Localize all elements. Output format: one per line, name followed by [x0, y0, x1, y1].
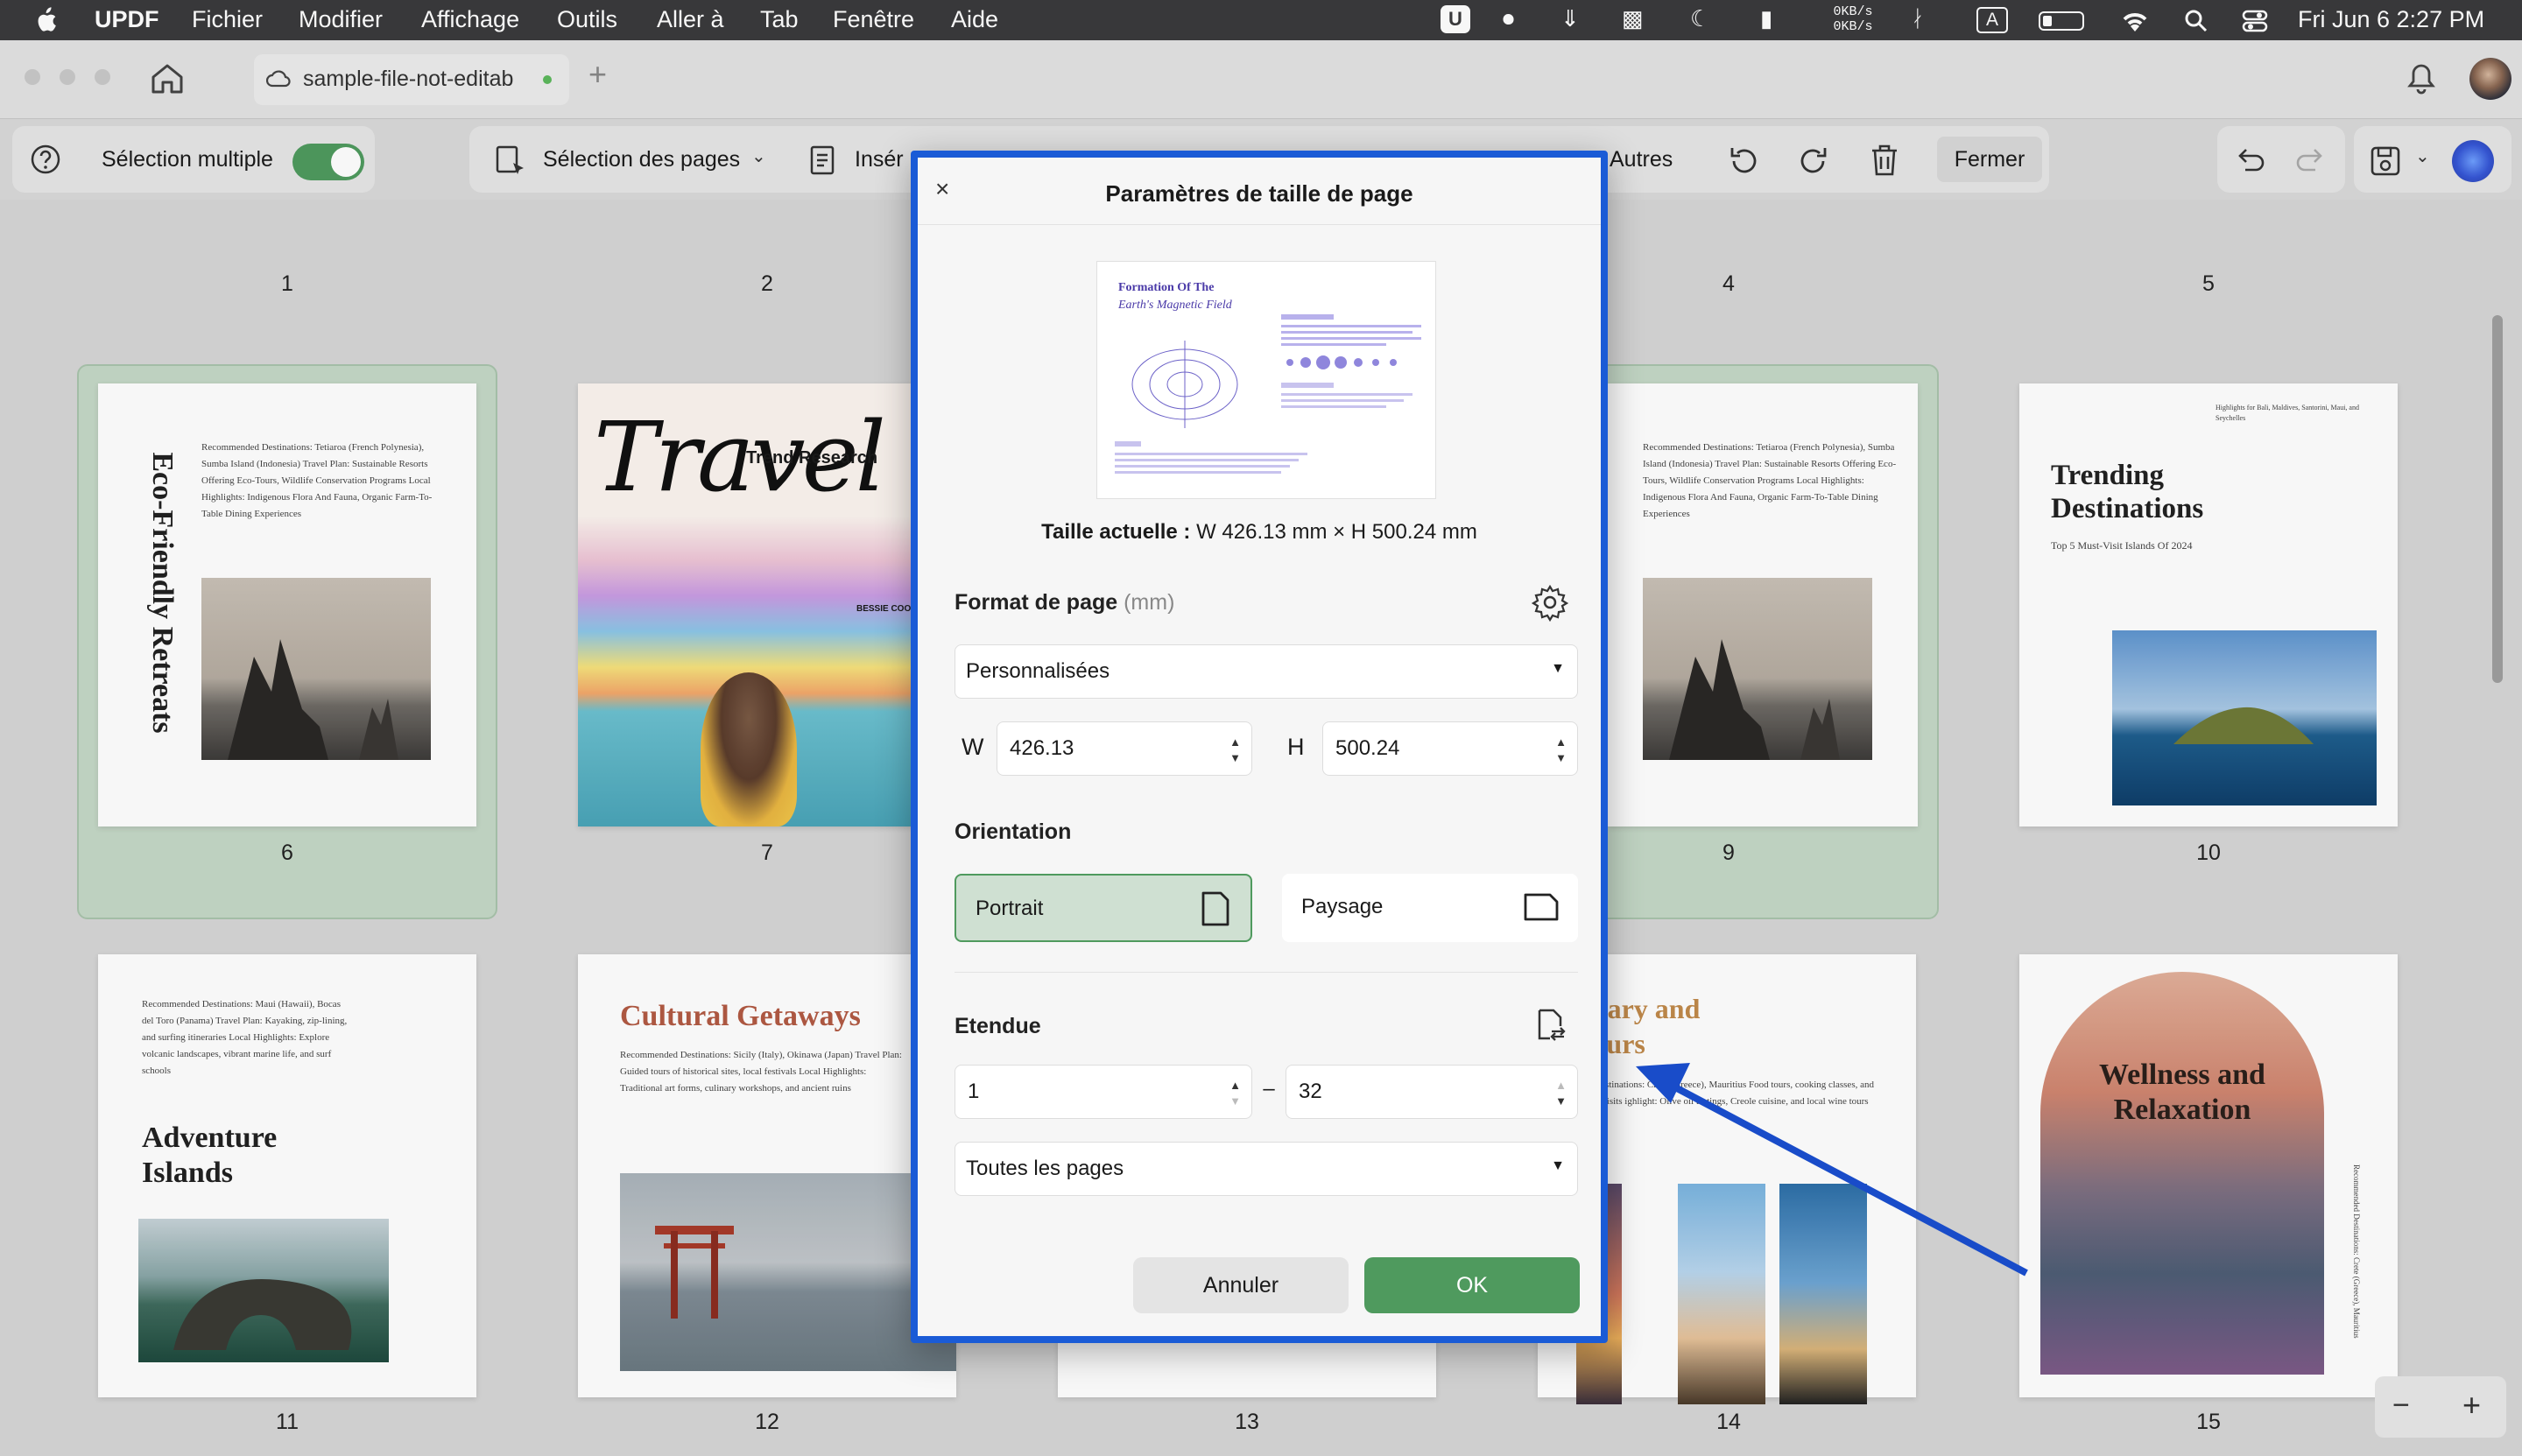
landscape-option[interactable]: Paysage [1282, 874, 1578, 942]
divider [955, 972, 1578, 973]
width-input[interactable]: 426.13 ▲ ▼ [997, 721, 1252, 776]
page-size-dialog: × Paramètres de taille de page Formation… [911, 151, 1608, 1343]
range-from-input[interactable]: 1 ▲ ▼ [955, 1065, 1252, 1119]
range-from-value: 1 [968, 1080, 980, 1103]
height-value: 500.24 [1335, 736, 1400, 760]
portrait-page-icon [1201, 891, 1229, 926]
divider [918, 224, 1601, 225]
landscape-label: Paysage [1301, 895, 1384, 918]
cancel-button-label: Annuler [1202, 1273, 1279, 1298]
height-input[interactable]: 500.24 ▲ ▼ [1322, 721, 1578, 776]
height-stepper[interactable]: ▲ ▼ [1555, 735, 1567, 766]
dialog-title: Paramètres de taille de page [1105, 180, 1413, 207]
range-pages-select[interactable]: Toutes les pages ▼ [955, 1142, 1578, 1196]
orientation-label: Orientation [955, 819, 1072, 844]
range-label: Etendue [955, 1014, 1041, 1038]
page-preview: Formation Of The Earth's Magnetic Field [1096, 261, 1436, 499]
format-label: Format de page (mm) [955, 590, 1174, 615]
cancel-button[interactable]: Annuler [1133, 1257, 1349, 1313]
dropdown-arrow-icon: ▼ [1551, 1158, 1565, 1173]
range-settings-icon[interactable] [1532, 1007, 1569, 1044]
landscape-page-icon [1524, 893, 1559, 921]
preview-diagram [1115, 314, 1421, 474]
height-label: H [1287, 734, 1305, 760]
range-to-input[interactable]: 32 ▲ ▼ [1286, 1065, 1578, 1119]
ok-button[interactable]: OK [1364, 1257, 1580, 1313]
preview-title-1: Formation Of The [1118, 281, 1215, 294]
range-to-stepper[interactable]: ▲ ▼ [1555, 1078, 1567, 1109]
dropdown-arrow-icon: ▼ [1551, 661, 1565, 676]
current-size-value: W 426.13 mm × H 500.24 mm [1196, 520, 1477, 544]
range-pages-value: Toutes les pages [966, 1157, 1124, 1180]
current-size-label: Taille actuelle : [1041, 520, 1191, 544]
gear-icon[interactable] [1531, 583, 1569, 622]
format-select-value: Personnalisées [966, 659, 1110, 683]
portrait-label: Portrait [976, 897, 1044, 920]
width-value: 426.13 [1010, 736, 1074, 760]
range-to-value: 32 [1299, 1080, 1322, 1103]
range-dash: – [1263, 1077, 1275, 1101]
width-stepper[interactable]: ▲ ▼ [1229, 735, 1241, 766]
ok-button-label: OK [1455, 1273, 1489, 1298]
width-label: W [962, 734, 984, 760]
format-unit: (mm) [1124, 590, 1175, 615]
current-size: Taille actuelle : W 426.13 mm × H 500.24… [918, 520, 1601, 545]
range-from-stepper[interactable]: ▲ ▼ [1229, 1078, 1241, 1109]
format-select[interactable]: Personnalisées ▼ [955, 644, 1578, 699]
portrait-option[interactable]: Portrait [955, 874, 1252, 942]
preview-title-2: Earth's Magnetic Field [1118, 299, 1232, 312]
format-label-text: Format de page [955, 590, 1118, 615]
